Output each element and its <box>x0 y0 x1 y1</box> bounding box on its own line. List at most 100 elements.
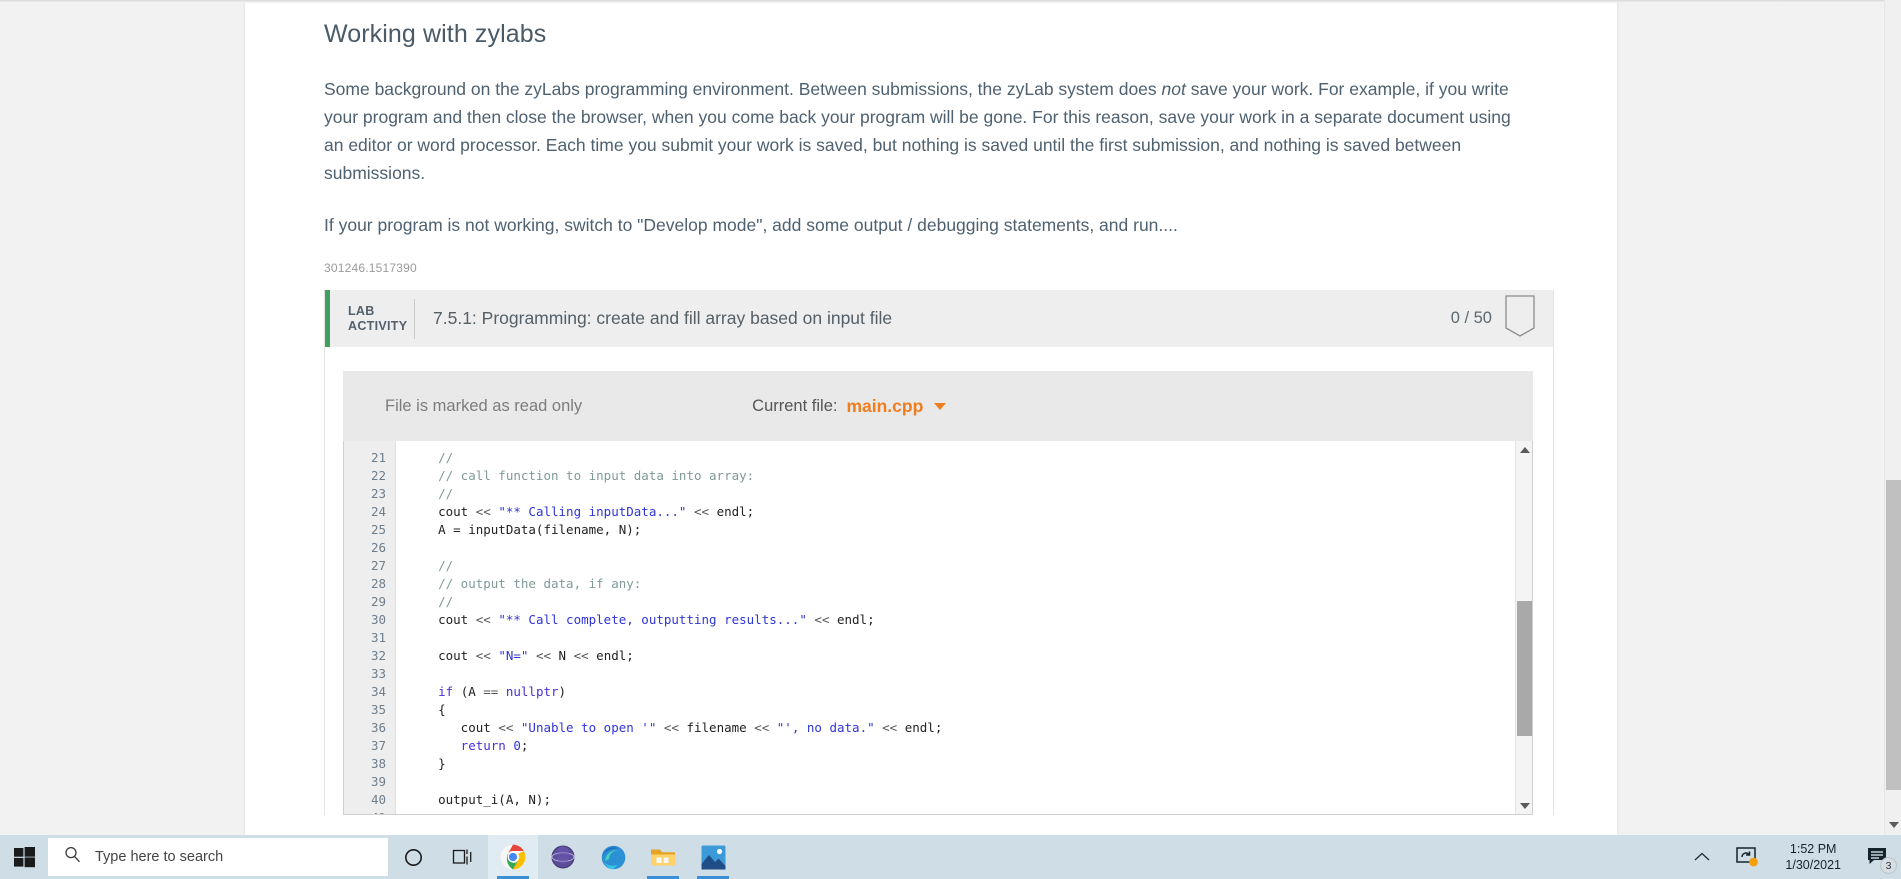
readonly-notice: File is marked as read only <box>385 396 583 415</box>
line-number: 30 <box>370 612 386 627</box>
code-token-plain: endl; <box>596 648 634 663</box>
code-line[interactable]: cout << "N=" << N << endl; <box>408 647 1532 665</box>
notification-icon[interactable]: 3 <box>1855 835 1901 879</box>
line-number: 32 <box>370 648 386 663</box>
code-token-kw: return <box>408 738 514 753</box>
code-line[interactable]: // call function to input data into arra… <box>408 467 1532 485</box>
code-line[interactable]: { <box>408 701 1532 719</box>
purple-sphere-icon[interactable] <box>538 835 588 879</box>
line-number: 33 <box>370 666 386 681</box>
code-token-plain: filename <box>686 720 755 735</box>
code-token-op: == <box>483 684 506 699</box>
page-left-gutter <box>0 0 245 835</box>
lab-activity-score: 0 / 50 <box>1450 309 1492 327</box>
search-icon <box>64 846 81 868</box>
code-line[interactable]: // output the data, if any: <box>408 575 1532 593</box>
page-right-gutter <box>1617 0 1901 835</box>
code-line[interactable] <box>408 773 1532 791</box>
page-title: Working with zylabs <box>324 20 547 48</box>
code-token-plain: ) <box>558 684 567 699</box>
taskbar-clock[interactable]: 1:52 PM 1/30/2021 <box>1771 841 1855 873</box>
cortana-icon[interactable] <box>388 835 438 879</box>
code-token-op: << <box>475 504 499 519</box>
code-line[interactable] <box>408 629 1532 647</box>
code-token-plain: endl; <box>836 612 875 627</box>
triangle-up-icon[interactable] <box>1516 441 1532 458</box>
sync-pending-icon[interactable] <box>1725 846 1771 868</box>
develop-mode-paragraph: If your program is not working, switch t… <box>324 215 1178 235</box>
code-token-plain: cout <box>408 720 499 735</box>
clock-date: 1/30/2021 <box>1785 858 1841 872</box>
chrome-icon[interactable] <box>488 835 538 879</box>
code-token-op: << <box>754 720 777 735</box>
current-file-selector[interactable]: Current file: main.cpp <box>752 396 947 417</box>
code-token-op: << <box>573 648 597 663</box>
code-token-op: << <box>686 504 717 519</box>
code-scrollbar[interactable] <box>1515 441 1532 814</box>
code-line[interactable]: cout << "** Calling inputData..." << end… <box>408 503 1532 521</box>
code-token-plain: output_i(A, N); <box>408 792 551 807</box>
line-number: 40 <box>370 792 386 807</box>
bookmark-outline-icon[interactable] <box>1505 295 1535 342</box>
code-editor: File is marked as read only Current file… <box>343 371 1533 815</box>
code-line[interactable]: cout << "Unable to open '" << filename <… <box>408 719 1532 737</box>
code-token-plain: (A <box>460 684 484 699</box>
search-input[interactable]: Type here to search <box>48 838 388 876</box>
code-token-string: "N=" <box>498 648 529 663</box>
code-line[interactable] <box>408 665 1532 683</box>
code-token-op: << <box>475 612 499 627</box>
code-token-num: 0 <box>513 738 521 753</box>
file-explorer-icon[interactable] <box>638 835 688 879</box>
code-line[interactable]: A = inputData(filename, N); <box>408 521 1532 539</box>
intro-paragraph-part-a: Some background on the zyLabs programmin… <box>324 79 1162 99</box>
edge-icon[interactable] <box>588 835 638 879</box>
page-scroll-down-icon[interactable] <box>1885 816 1901 833</box>
line-number: 31 <box>370 630 386 645</box>
code-text[interactable]: // // call function to input data into a… <box>396 441 1532 814</box>
line-number: 26 <box>370 540 386 555</box>
page-scrollbar[interactable] <box>1884 0 1901 835</box>
code-token-string: "** Call complete, outputting results...… <box>498 612 807 627</box>
lab-activity-tag: LAB ACTIVITY <box>330 304 414 334</box>
lab-activity-header[interactable]: LAB ACTIVITY 7.5.1: Programming: create … <box>325 290 1553 347</box>
task-view-icon[interactable] <box>438 835 488 879</box>
code-line[interactable]: cout << "** Call complete, outputting re… <box>408 611 1532 629</box>
code-token-plain: ; <box>520 738 529 753</box>
lab-activity-tag-line1: LAB <box>348 303 375 318</box>
code-token-plain: cout <box>408 612 476 627</box>
triangle-down-icon[interactable] <box>1516 797 1532 814</box>
clock-time: 1:52 PM <box>1789 842 1837 856</box>
code-line[interactable] <box>408 809 1532 814</box>
lesson-content: Working with zylabs Some background on t… <box>324 0 1559 815</box>
lab-activity-title: 7.5.1: Programming: create and fill arra… <box>433 308 893 328</box>
photos-icon[interactable] <box>688 835 738 879</box>
line-number: 35 <box>370 702 386 717</box>
windows-start-icon[interactable] <box>0 835 48 879</box>
line-number: 21 <box>370 450 386 465</box>
code-line[interactable]: // <box>408 485 1532 503</box>
line-number: 28 <box>370 576 386 591</box>
code-token-plain: } <box>408 756 446 771</box>
chevron-up-icon[interactable] <box>1679 852 1725 862</box>
code-token-plain: endl; <box>904 720 943 735</box>
code-line[interactable]: // <box>408 557 1532 575</box>
code-token-kw: nullptr <box>505 684 559 699</box>
code-line[interactable]: if (A == nullptr) <box>408 683 1532 701</box>
code-line[interactable] <box>408 539 1532 557</box>
code-token-op: << <box>528 648 559 663</box>
code-line[interactable]: } <box>408 755 1532 773</box>
code-area[interactable]: 21 22 23 24 25 26 27 28 29 30 31 32 33 34 35 36 37 38 39 40… <box>343 441 1533 815</box>
line-number: 39 <box>370 774 386 789</box>
code-scrollbar-thumb[interactable] <box>1517 601 1532 736</box>
code-line[interactable]: return 0; <box>408 737 1532 755</box>
chevron-down-icon[interactable] <box>934 402 947 410</box>
code-line[interactable]: // <box>408 449 1532 467</box>
page-scrollbar-thumb[interactable] <box>1886 480 1901 790</box>
code-line[interactable]: output_i(A, N); <box>408 791 1532 809</box>
code-token-plain: { <box>408 702 446 717</box>
editor-toolbar: File is marked as read only Current file… <box>343 371 1533 441</box>
line-number-gutter: 21 22 23 24 25 26 27 28 29 30 31 32 33 34 35 36 37 38 39 40… <box>344 441 396 814</box>
windows-taskbar: Type here to search 1:52 PM 1/30/2021 3 <box>0 835 1901 879</box>
code-line[interactable]: // <box>408 593 1532 611</box>
code-token-plain: A = inputData(filename, N); <box>408 522 642 537</box>
